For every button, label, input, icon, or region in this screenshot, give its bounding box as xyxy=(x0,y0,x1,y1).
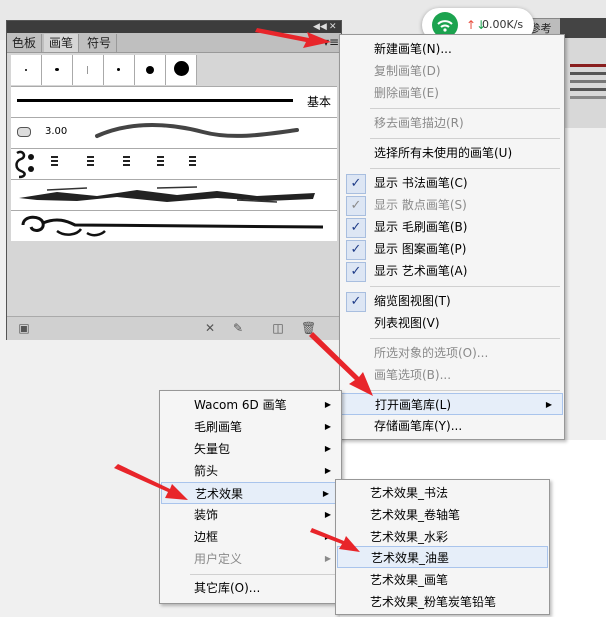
brush-swatch[interactable] xyxy=(11,55,42,85)
check-icon: ✓ xyxy=(346,240,366,260)
brush-list: 基本 3.00 xyxy=(11,55,337,313)
artistic-watercolor[interactable]: 艺术效果_水彩 xyxy=(336,526,549,548)
submenu-arrow-icon: ▶ xyxy=(324,466,331,475)
menu-show-pattern[interactable]: ✓ 显示 图案画笔(P) xyxy=(340,238,564,260)
menu-new-brush[interactable]: 新建画笔(N)... xyxy=(340,38,564,60)
brush-swatch[interactable] xyxy=(166,55,197,85)
artistic-scroll-pen[interactable]: 艺术效果_卷轴笔 xyxy=(336,504,549,526)
library-other[interactable]: 其它库(O)... xyxy=(160,577,341,599)
panel-footer: ▣ ✕ ✎ ◫ 🗑 xyxy=(7,316,341,340)
menu-show-calligraphic[interactable]: ✓ 显示 书法画笔(C) xyxy=(340,172,564,194)
brush-size-icon xyxy=(17,127,31,137)
brush-row-basic[interactable]: 基本 xyxy=(11,86,337,117)
submenu-arrow-icon: ▶ xyxy=(322,489,329,498)
red-arrow-annotation xyxy=(310,528,360,552)
red-arrow-annotation xyxy=(309,332,373,396)
check-icon: ✓ xyxy=(346,218,366,238)
brush-panel: ◀◀ ✕ 色板 画笔 符号 ▾≡ 基本 3.00 ▣ ✕ ✎ ◫ 🗑 xyxy=(6,20,342,340)
background-tab-dark xyxy=(560,18,606,38)
submenu-arrow-icon: ▶ xyxy=(324,422,331,431)
tab-symbols[interactable]: 符号 xyxy=(82,34,118,52)
menu-show-art[interactable]: ✓ 显示 艺术画笔(A) xyxy=(340,260,564,282)
brush-swatch[interactable] xyxy=(135,55,166,85)
check-icon: ✓ xyxy=(346,292,366,312)
menu-show-scatter[interactable]: ✓ 显示 散点画笔(S) xyxy=(340,194,564,216)
menu-remove-stroke[interactable]: 移去画笔描边(R) xyxy=(340,112,564,134)
menu-delete-brush[interactable]: 删除画笔(E) xyxy=(340,82,564,104)
menu-select-unused[interactable]: 选择所有未使用的画笔(U) xyxy=(340,142,564,164)
brush-row-ornament[interactable] xyxy=(11,210,337,241)
red-arrow-annotation xyxy=(255,28,331,48)
check-icon: ✓ xyxy=(346,196,366,216)
brush-swatch[interactable] xyxy=(73,55,104,85)
library-bristle[interactable]: 毛刷画笔 ▶ xyxy=(160,416,341,438)
tab-swatches[interactable]: 色板 xyxy=(7,34,43,52)
brush-options-icon[interactable]: ✎ xyxy=(231,321,245,335)
brush-row-charcoal[interactable] xyxy=(11,179,337,210)
red-arrow-annotation xyxy=(114,464,188,500)
scatter-marks xyxy=(51,156,196,166)
menu-show-bristle[interactable]: ✓ 显示 毛刷画笔(B) xyxy=(340,216,564,238)
artistic-ink[interactable]: 艺术效果_油墨 xyxy=(337,546,548,568)
brush-row-scatter[interactable] xyxy=(11,148,337,179)
brush-swatch[interactable] xyxy=(42,55,73,85)
menu-save-brush-library[interactable]: 存储画笔库(Y)... xyxy=(340,415,564,437)
charcoal-stroke xyxy=(19,186,315,203)
tapered-stroke xyxy=(95,123,299,138)
check-icon: ✓ xyxy=(346,262,366,282)
check-icon: ✓ xyxy=(346,174,366,194)
artistic-submenu: 艺术效果_书法 艺术效果_卷轴笔 艺术效果_水彩 艺术效果_油墨 艺术效果_画笔… xyxy=(335,479,550,615)
submenu-arrow-icon: ▶ xyxy=(324,510,331,519)
artistic-chalk-charcoal-pencil[interactable]: 艺术效果_粉笔炭笔铅笔 xyxy=(336,591,549,613)
artistic-calligraphic[interactable]: 艺术效果_书法 xyxy=(336,482,549,504)
ornament-stroke xyxy=(21,215,324,237)
artistic-paintbrush[interactable]: 艺术效果_画笔 xyxy=(336,569,549,591)
menu-duplicate-brush[interactable]: 复制画笔(D) xyxy=(340,60,564,82)
library-vector-packs[interactable]: 矢量包 ▶ xyxy=(160,438,341,460)
submenu-arrow-icon: ▶ xyxy=(324,444,331,453)
submenu-arrow-icon: ▶ xyxy=(545,400,552,409)
brush-library-icon[interactable]: ▣ xyxy=(17,321,31,335)
tab-brushes[interactable]: 画笔 xyxy=(44,34,80,52)
brush-size-value: 3.00 xyxy=(45,126,68,137)
brush-swatch[interactable] xyxy=(104,55,135,85)
new-brush-icon[interactable]: ◫ xyxy=(271,321,285,335)
menu-thumbnail-view[interactable]: ✓ 缩览图视图(T) xyxy=(340,290,564,312)
basic-label: 基本 xyxy=(306,95,331,109)
basic-stroke xyxy=(17,99,293,102)
remove-stroke-icon[interactable]: ✕ xyxy=(203,321,217,335)
net-speed: 0.00K/s xyxy=(482,18,524,31)
scatter-ornament-icon xyxy=(15,150,34,179)
brush-row-calligraphy[interactable]: 3.00 xyxy=(11,117,337,148)
